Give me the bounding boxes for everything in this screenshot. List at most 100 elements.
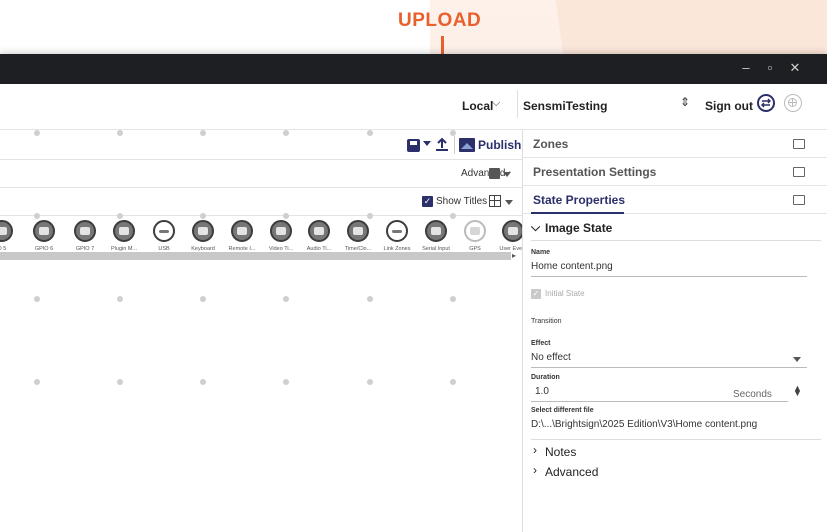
name-field[interactable]: Home content.png [531, 261, 613, 272]
upload-caption: UPLOAD [398, 10, 482, 31]
field-underline [531, 367, 807, 368]
event-icon [0, 220, 13, 242]
divider [454, 136, 455, 154]
file-label: Select different file [531, 407, 594, 414]
title-bar: – ▫ ✕ [0, 54, 827, 84]
grid-dot [367, 379, 373, 385]
duration-label: Duration [531, 374, 560, 381]
tab-zones[interactable]: Zones [523, 130, 827, 158]
grid-dot [200, 130, 206, 136]
duration-unit: Seconds [733, 389, 772, 400]
active-tab-indicator [531, 212, 624, 214]
advanced-section[interactable]: Advanced [545, 465, 598, 479]
name-label: Name [531, 249, 551, 256]
sort-icon[interactable]: ⇕ [680, 95, 690, 109]
publish-button[interactable]: Publish [478, 138, 521, 152]
grid-dot [450, 130, 456, 136]
close-button[interactable]: ✕ [786, 60, 804, 76]
color-swatch[interactable] [489, 168, 500, 179]
grid-dot [117, 130, 123, 136]
tab-presentation-settings[interactable]: Presentation Settings [523, 158, 827, 186]
save-dropdown-caret[interactable] [423, 141, 431, 146]
divider [531, 240, 821, 241]
maximize-panel-icon[interactable] [793, 139, 805, 149]
maximize-button[interactable]: ▫ [761, 60, 779, 75]
chevron-right-icon[interactable]: › [533, 463, 537, 477]
properties-panel: Zones Presentation Settings State Proper… [522, 130, 827, 532]
grid-dot [34, 296, 40, 302]
section-title[interactable]: Image State [545, 221, 612, 235]
file-path[interactable]: D:\...\Brightsign\2025 Edition\V3\Home c… [531, 419, 757, 430]
tab-label: State Properties [533, 193, 626, 207]
chevron-right-icon[interactable]: › [533, 443, 537, 457]
notes-section[interactable]: Notes [545, 445, 576, 459]
grid-dot [283, 296, 289, 302]
effect-label: Effect [531, 340, 551, 347]
event-icon [464, 220, 486, 242]
editor-toolbar: Publish [0, 130, 522, 160]
titles-row: ✓ Show Titles [0, 188, 522, 216]
grid-dot [367, 130, 373, 136]
grid-dot [450, 213, 456, 219]
grid-dot [200, 379, 206, 385]
save-icon[interactable] [407, 139, 420, 152]
event-icon [33, 220, 55, 242]
stepper-icon[interactable]: ▲ ▼ [793, 384, 802, 398]
grid-dot [283, 130, 289, 136]
minimize-button[interactable]: – [737, 60, 755, 75]
divider [531, 439, 821, 440]
event-icon [74, 220, 96, 242]
layout-grid-icon[interactable] [489, 195, 501, 207]
grid-dot [450, 296, 456, 302]
state-canvas[interactable] [0, 130, 522, 532]
effect-select[interactable]: No effect [531, 352, 571, 363]
initial-state-checkbox[interactable]: ✓ [531, 289, 541, 299]
event-icon [270, 220, 292, 242]
event-icon [347, 220, 369, 242]
grid-dot [34, 379, 40, 385]
color-dropdown-caret[interactable] [503, 172, 511, 177]
event-icon [386, 220, 408, 242]
app-window: – ▫ ✕ Local ⌵ SensmiTesting ⇕ Sign out P… [0, 54, 827, 532]
maximize-panel-icon[interactable] [793, 167, 805, 177]
duration-field[interactable]: 1.0 [535, 386, 549, 397]
maximize-panel-icon[interactable] [793, 195, 805, 205]
tab-label: Presentation Settings [533, 165, 657, 179]
grid-dot [283, 379, 289, 385]
globe-icon[interactable] [784, 94, 802, 112]
initial-state-label: Initial State [545, 289, 585, 298]
horizontal-scrollbar[interactable] [0, 252, 511, 260]
grid-dot [34, 213, 40, 219]
grid-dot [450, 379, 456, 385]
chevron-down-icon[interactable]: ⌵ [531, 220, 540, 235]
sync-icon[interactable] [757, 94, 775, 112]
upload-icon[interactable] [434, 137, 450, 153]
chevron-down-icon[interactable]: ⌵ [492, 97, 500, 110]
event-icon [502, 220, 524, 242]
layout-dropdown-caret[interactable] [505, 200, 513, 205]
chevron-down-icon[interactable] [793, 357, 801, 362]
sign-out-button[interactable]: Sign out [705, 99, 753, 113]
project-select[interactable]: SensmiTesting [523, 99, 607, 113]
field-underline [531, 276, 807, 277]
event-icon [308, 220, 330, 242]
event-icon [192, 220, 214, 242]
location-select[interactable]: Local [462, 99, 493, 113]
grid-dot [117, 213, 123, 219]
top-bar: Local ⌵ SensmiTesting ⇕ Sign out [0, 84, 827, 130]
grid-dot [283, 213, 289, 219]
grid-dot [117, 379, 123, 385]
event-icon [425, 220, 447, 242]
scroll-right-icon[interactable]: ▸ [512, 251, 516, 260]
grid-dot [117, 296, 123, 302]
show-titles-label: Show Titles [436, 196, 488, 207]
tab-state-properties[interactable]: State Properties [523, 186, 827, 214]
publish-icon[interactable] [459, 138, 475, 152]
tab-label: Zones [533, 137, 569, 151]
grid-dot [367, 296, 373, 302]
grid-dot [200, 213, 206, 219]
show-titles-checkbox[interactable]: ✓ [422, 196, 433, 207]
grid-dot [34, 130, 40, 136]
grid-dot [367, 213, 373, 219]
field-underline [531, 401, 788, 402]
